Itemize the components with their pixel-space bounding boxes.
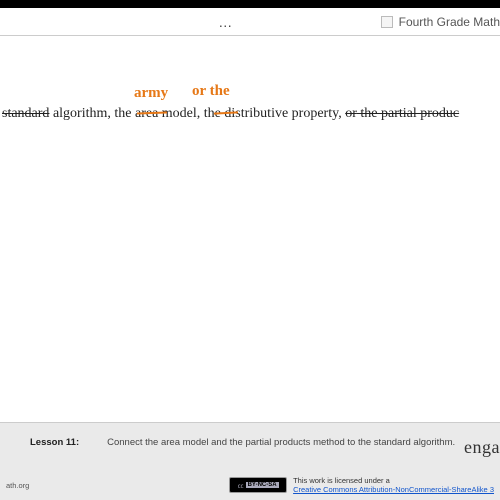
site-fragment: ath.org	[6, 481, 29, 490]
footer: Lesson 11: Connect the area model and th…	[0, 422, 500, 500]
word-standard-struck: standard	[2, 106, 49, 121]
cc-badge-text: BY-NC-SA	[246, 482, 279, 488]
license-right: ㏄BY-NC-SA This work is licensed under a …	[229, 476, 494, 494]
text-partial-struck: the partial produc	[357, 106, 459, 121]
top-black-bar	[0, 0, 500, 8]
annotation-or-the: or the	[192, 83, 230, 100]
brand-logo-text: enga	[464, 437, 500, 458]
lesson-label: Lesson 11:	[30, 437, 79, 450]
lesson-row: Lesson 11: Connect the area model and th…	[0, 423, 500, 472]
exercise-text-line: standard algorithm, the area model, the …	[0, 106, 500, 122]
cc-badge-icon: ㏄BY-NC-SA	[229, 477, 287, 493]
topbar: … Fourth Grade Math	[0, 8, 500, 36]
text-distributive: distributive property,	[224, 106, 345, 121]
lesson-description: Connect the area model and the partial p…	[107, 437, 464, 450]
word-or-struck: or	[345, 106, 357, 121]
grade-indicator: Fourth Grade Math	[381, 15, 500, 29]
license-row: ath.org ㏄BY-NC-SA This work is licensed …	[0, 472, 500, 500]
topbar-ellipsis: …	[70, 14, 381, 30]
document-content: standard algorithm, the area model, the …	[0, 36, 500, 424]
grade-square-icon	[381, 16, 393, 28]
lesson-left: Lesson 11: Connect the area model and th…	[30, 437, 464, 450]
annotation-army: army	[134, 85, 168, 102]
grade-label: Fourth Grade Math	[399, 15, 500, 29]
license-text: This work is licensed under a Creative C…	[293, 476, 494, 494]
text-algorithm: algorithm, the	[49, 106, 135, 121]
license-line1: This work is licensed under a	[293, 476, 494, 485]
license-link[interactable]: Creative Commons Attribution-NonCommerci…	[293, 485, 494, 494]
